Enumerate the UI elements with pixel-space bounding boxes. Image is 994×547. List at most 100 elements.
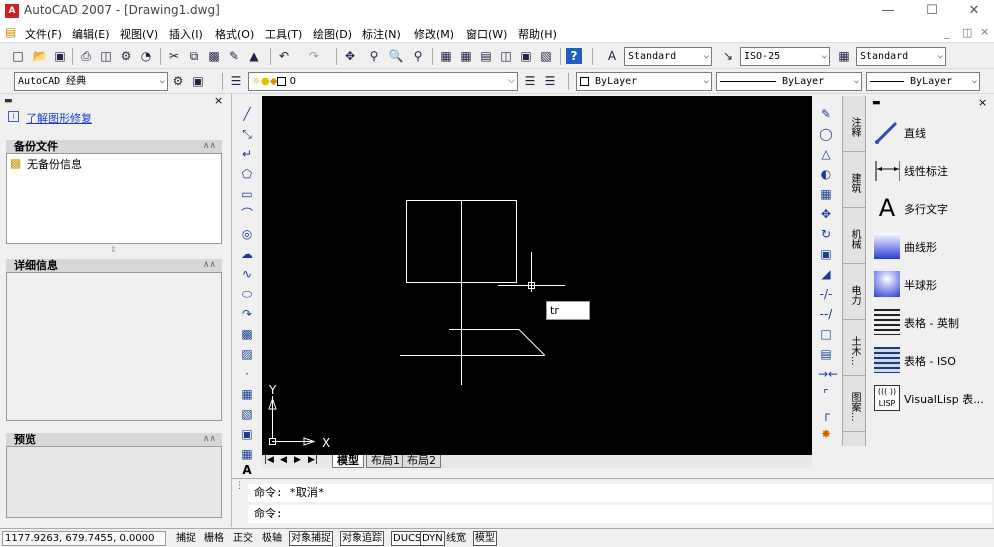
menu-format[interactable]: 格式(O) bbox=[215, 26, 254, 42]
doc-minimize-icon[interactable]: _ bbox=[944, 26, 950, 39]
linetype-select[interactable]: ByLayer ⌵ bbox=[716, 72, 862, 91]
palette-tab-civil[interactable]: 土木... bbox=[843, 320, 865, 376]
text-style-icon[interactable]: A bbox=[604, 48, 620, 64]
pan-icon[interactable]: ✥ bbox=[342, 48, 358, 64]
paste-icon[interactable]: ▩ bbox=[206, 48, 222, 64]
markup-icon[interactable]: ▣ bbox=[518, 48, 534, 64]
palette-tab-annotation[interactable]: 注释 bbox=[843, 96, 865, 152]
new-icon[interactable]: □ bbox=[10, 48, 26, 64]
tool-palettes-icon[interactable]: ▤ bbox=[478, 48, 494, 64]
rotate-icon[interactable]: ↻ bbox=[818, 226, 834, 242]
doc-close-icon[interactable]: × bbox=[980, 25, 989, 38]
chamfer-icon[interactable]: ⌜ bbox=[818, 386, 834, 402]
details-header[interactable]: 详细信息 ∧∧ bbox=[6, 259, 222, 272]
plot-preview-icon[interactable]: ◫ bbox=[98, 48, 114, 64]
zoom-realtime-icon[interactable]: ⚲ bbox=[366, 48, 382, 64]
spline-icon[interactable]: ∿ bbox=[239, 266, 255, 282]
collapse-icon[interactable]: ∧∧ bbox=[203, 259, 216, 272]
calculator-icon[interactable]: ▧ bbox=[538, 48, 554, 64]
gradient-icon[interactable]: ▧ bbox=[239, 406, 255, 422]
table-icon[interactable]: ▦ bbox=[239, 446, 255, 462]
color-select[interactable]: ByLayer ⌵ bbox=[576, 72, 712, 91]
join-icon[interactable]: →← bbox=[818, 366, 838, 382]
lineweight-toggle[interactable]: 线宽 bbox=[444, 531, 468, 546]
menu-draw[interactable]: 绘图(D) bbox=[313, 26, 352, 42]
make-block-icon[interactable]: ▨ bbox=[239, 346, 255, 362]
grid-toggle[interactable]: 栅格 bbox=[202, 531, 226, 546]
menu-tools[interactable]: 工具(T) bbox=[265, 26, 302, 42]
cut-icon[interactable]: ✂ bbox=[166, 48, 182, 64]
sheet-set-icon[interactable]: ◫ bbox=[498, 48, 514, 64]
menu-dimension[interactable]: 标注(N) bbox=[362, 26, 401, 42]
last-tab-icon[interactable]: ▶| bbox=[308, 455, 318, 465]
open-icon[interactable]: 📂 bbox=[32, 48, 48, 64]
line-icon[interactable]: ╱ bbox=[239, 106, 255, 122]
help-icon[interactable]: ? bbox=[566, 48, 582, 64]
tab-model[interactable]: 模型 bbox=[332, 455, 364, 468]
palette-grip-icon[interactable]: ▬ bbox=[872, 98, 881, 108]
undo-icon[interactable]: ↶ bbox=[276, 48, 292, 64]
coordinates-display[interactable]: 1177.9263, 679.7455, 0.0000 bbox=[2, 531, 166, 546]
properties-icon[interactable]: ▦ bbox=[438, 48, 454, 64]
layer-select[interactable]: ☼●◆ 0 ⌵ bbox=[248, 72, 518, 91]
ortho-toggle[interactable]: 正交 bbox=[231, 531, 255, 546]
design-center-icon[interactable]: ▦ bbox=[458, 48, 474, 64]
palette-item-linear-dimension[interactable]: 线性标注 bbox=[872, 154, 988, 184]
close-icon[interactable]: ✕ bbox=[952, 1, 994, 21]
palette-item-curved-gradient[interactable]: 曲线形 bbox=[872, 230, 988, 260]
command-grip-icon[interactable]: ⋮ bbox=[235, 481, 244, 491]
copy-icon[interactable]: ⧉ bbox=[186, 48, 202, 64]
palette-tab-hatch[interactable]: 图案... bbox=[843, 376, 865, 432]
block-editor-icon[interactable]: ▲ bbox=[246, 48, 262, 64]
menu-help[interactable]: 帮助(H) bbox=[518, 26, 557, 42]
multiline-text-icon[interactable]: A bbox=[239, 462, 255, 478]
osnap-toggle[interactable]: 对象捕捉 bbox=[289, 531, 333, 546]
command-prompt[interactable]: 命令: bbox=[248, 505, 992, 523]
palette-item-table-imperial[interactable]: 表格 - 英制 bbox=[872, 306, 988, 336]
menu-view[interactable]: 视图(V) bbox=[120, 26, 158, 42]
prev-tab-icon[interactable]: ◀ bbox=[280, 455, 287, 465]
splitter-grip-icon[interactable]: ⇕ bbox=[110, 245, 117, 254]
scale-icon[interactable]: ▣ bbox=[818, 246, 834, 262]
panel-grip-icon[interactable]: ▬ bbox=[4, 96, 13, 106]
revision-cloud-icon[interactable]: ☁ bbox=[239, 246, 255, 262]
maximize-icon[interactable]: ☐ bbox=[910, 1, 954, 21]
mirror-icon[interactable]: △ bbox=[818, 146, 834, 162]
recovery-help-link[interactable]: 了解图形修复 bbox=[26, 110, 92, 126]
horizontal-scrollbar[interactable] bbox=[262, 468, 814, 476]
minimize-icon[interactable]: — bbox=[866, 1, 910, 21]
hatch-icon[interactable]: ▦ bbox=[239, 386, 255, 402]
dim-style-select[interactable]: ISO-25 ⌵ bbox=[740, 47, 830, 66]
menu-modify[interactable]: 修改(M) bbox=[414, 26, 454, 42]
drawing-canvas[interactable]: tr Y X bbox=[262, 96, 812, 455]
dyn-toggle[interactable]: DYN bbox=[420, 531, 445, 546]
document-icon[interactable]: ▤ bbox=[5, 25, 16, 39]
extend-icon[interactable]: --/ bbox=[818, 306, 834, 322]
palette-item-line[interactable]: 直线 bbox=[872, 116, 988, 146]
first-tab-icon[interactable]: |◀ bbox=[264, 455, 274, 465]
tab-layout2[interactable]: 布局2 bbox=[402, 455, 441, 468]
menu-insert[interactable]: 插入(I) bbox=[169, 26, 203, 42]
polar-toggle[interactable]: 极轴 bbox=[260, 531, 284, 546]
zoom-window-icon[interactable]: 🔍 bbox=[388, 48, 404, 64]
save-workspace-icon[interactable]: ▣ bbox=[190, 73, 206, 89]
print-icon[interactable]: ⎙ bbox=[78, 48, 94, 64]
doc-restore-icon[interactable]: ◫ bbox=[962, 26, 972, 39]
palette-item-table-iso[interactable]: 表格 - ISO bbox=[872, 344, 988, 374]
polyline-icon[interactable]: ↵ bbox=[239, 146, 255, 162]
menu-window[interactable]: 窗口(W) bbox=[466, 26, 507, 42]
polygon-icon[interactable]: ⬠ bbox=[239, 166, 255, 182]
region-icon[interactable]: ▣ bbox=[239, 426, 255, 442]
rectangle-icon[interactable]: ▭ bbox=[239, 186, 255, 202]
circle-icon[interactable]: ◎ bbox=[239, 226, 255, 242]
ducs-toggle[interactable]: DUCS bbox=[391, 531, 424, 546]
move-icon[interactable]: ✥ bbox=[818, 206, 834, 222]
workspace-settings-icon[interactable]: ⚙ bbox=[170, 73, 186, 89]
arc-icon[interactable]: ⌒ bbox=[239, 206, 255, 222]
stretch-icon[interactable]: ◢ bbox=[818, 266, 834, 282]
panel-close-icon[interactable]: × bbox=[214, 94, 223, 107]
construction-line-icon[interactable]: ⤡ bbox=[239, 126, 255, 142]
palette-item-hemisphere-gradient[interactable]: 半球形 bbox=[872, 268, 988, 298]
fillet-icon[interactable]: ┌ bbox=[818, 406, 834, 422]
table-style-select[interactable]: Standard ⌵ bbox=[856, 47, 946, 66]
